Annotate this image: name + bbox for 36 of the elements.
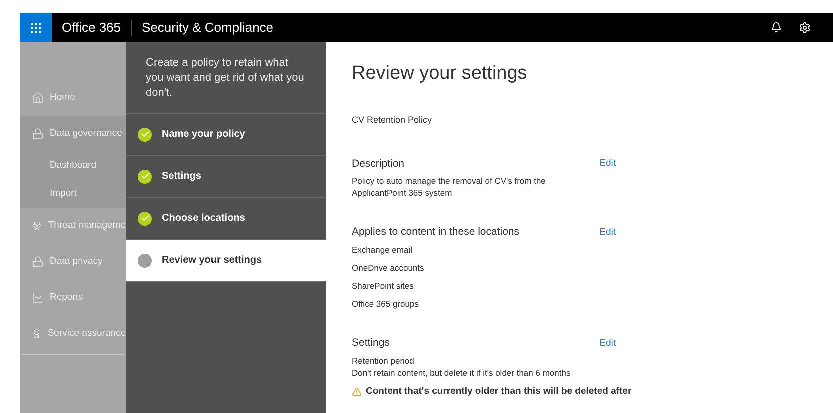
wizard-step[interactable]: Name your policy [126, 114, 326, 156]
waffle-icon [31, 22, 41, 32]
section-text: Office 365 groups [352, 298, 420, 310]
chart-icon [32, 292, 44, 304]
section-heading: Description [352, 156, 405, 172]
lock-icon [32, 256, 44, 268]
section-heading: Applies to content in these locations [352, 225, 520, 240]
warning-text: Content that's currently older than this will be deleted after [366, 384, 632, 399]
warning-icon [352, 386, 362, 397]
section-text: Policy to auto manage the removal of CV's from the ApplicantPoint 365 system [352, 175, 547, 200]
edit-link[interactable]: Edit [600, 336, 616, 351]
biohazard-icon [32, 220, 42, 232]
app-launcher-button[interactable] [20, 13, 52, 42]
wizard-intro: Create a policy to retain what you want and get rid of what you don't. [126, 42, 326, 114]
notifications-icon[interactable] [771, 22, 782, 33]
wizard-step[interactable]: Settings [126, 156, 326, 198]
edit-link[interactable]: Edit [600, 157, 616, 172]
sidebar-item[interactable]: Data governance [20, 116, 126, 152]
sidebar-subitem[interactable]: Import [20, 180, 126, 208]
section-heading: Settings [352, 336, 390, 351]
section-text: SharePoint sites [352, 280, 415, 292]
settings-icon[interactable] [799, 22, 811, 34]
lock-icon [32, 128, 44, 140]
section-text: Retention period [352, 354, 416, 367]
section-text: Don't retain content, but delete it if it's older than 6 months [352, 366, 572, 379]
section-text: OneDrive accounts [352, 262, 426, 274]
page-title: Review your settings [352, 62, 528, 86]
sidebar-subitem[interactable]: Dashboard [20, 152, 126, 180]
award-icon [32, 328, 42, 340]
app-title: Security & Compliance [141, 18, 274, 37]
section-text: Exchange email [352, 244, 414, 256]
policy-name: CV Retention Policy [352, 114, 434, 127]
edit-link[interactable]: Edit [600, 226, 616, 240]
home-icon [32, 92, 44, 104]
wizard-step[interactable]: Review your settings [126, 240, 326, 282]
app-name[interactable]: Office 365 [52, 20, 132, 36]
